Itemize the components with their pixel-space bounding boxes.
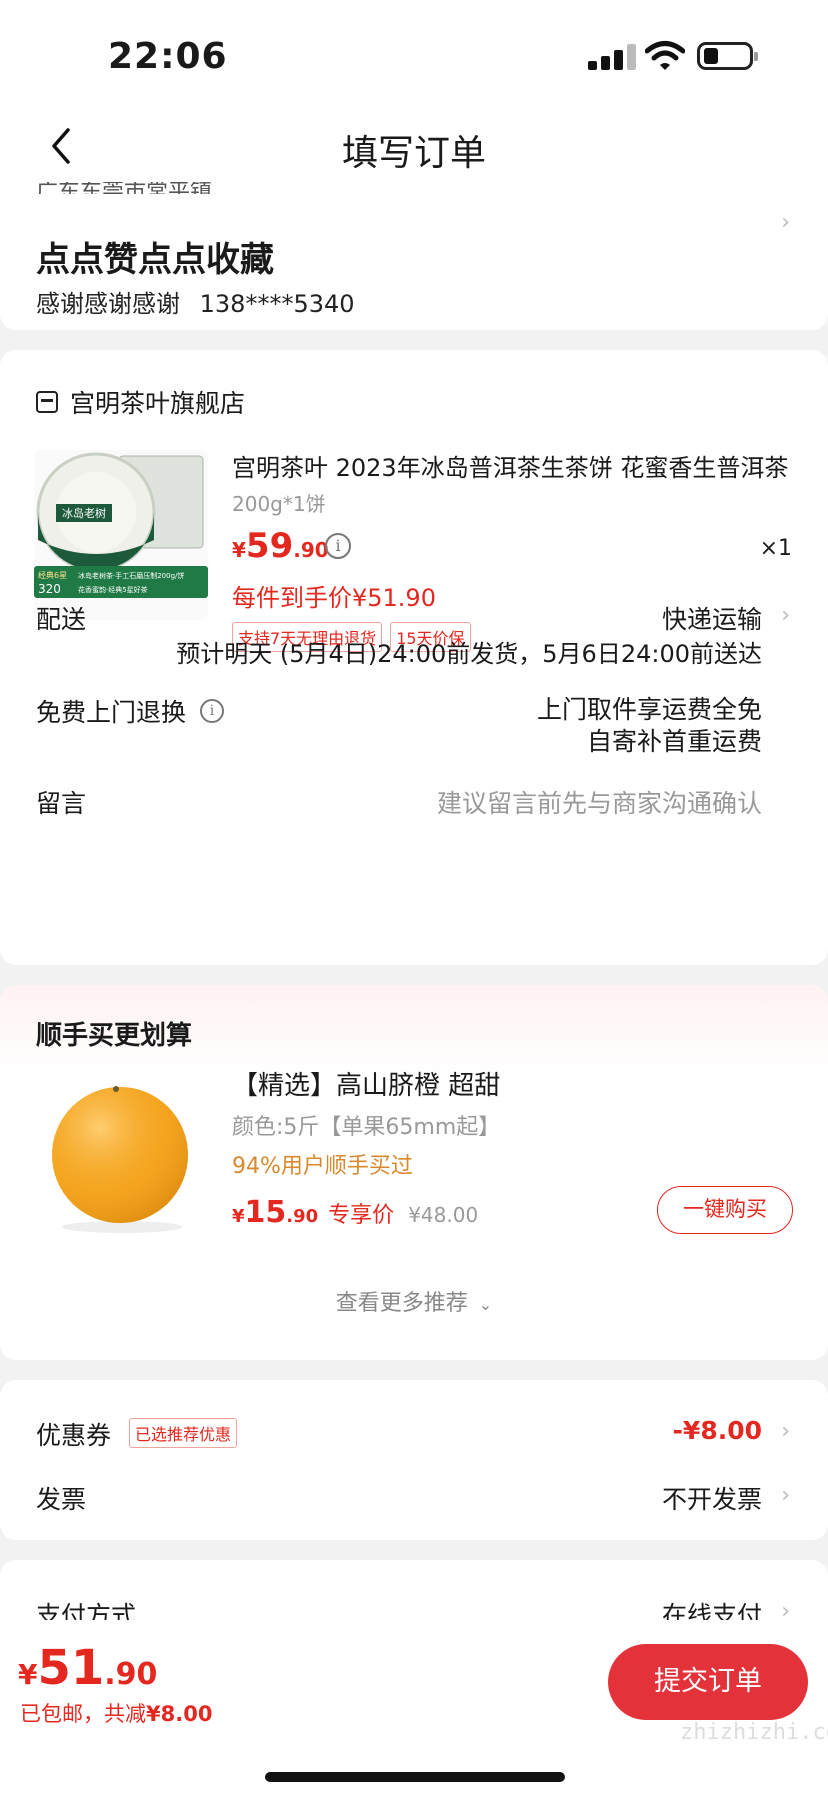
recommend-price: ¥15.90 专享价 ¥48.00: [232, 1195, 479, 1230]
status-time: 22:06: [108, 36, 228, 77]
message-label: 留言: [36, 789, 87, 818]
address-detail: 点点赞点点收藏: [36, 240, 274, 280]
delivery-label: 配送: [36, 605, 87, 634]
orange-image[interactable]: [34, 1067, 208, 1237]
invoice-label: 发票: [36, 1485, 87, 1514]
total-price: ¥51.90: [18, 1640, 158, 1696]
chevron-down-icon: ⌄: [478, 1295, 493, 1314]
product-image-name: 冰岛老树: [62, 506, 106, 520]
recommend-heading: 顺手买更划算: [36, 1021, 193, 1051]
product-quantity: ×1: [759, 536, 792, 561]
recipient-name: 感谢感谢感谢: [36, 290, 180, 318]
delivery-method[interactable]: 快递运输: [662, 600, 762, 636]
page-title: 填写订单: [341, 133, 486, 174]
product-image-line2: 花香蜜韵·经典5星好茶: [78, 585, 148, 594]
product-image-num: 320: [38, 582, 61, 596]
recommend-spec: 颜色:5斤【单果65mm起】: [232, 1115, 501, 1140]
status-bar: 22:06: [0, 0, 828, 110]
bottom-bar: ¥51.90 已包邮，共减¥8.00 提交订单 zhizhizhi.com: [0, 1620, 828, 1795]
return-service-label: 免费上门退换: [36, 698, 187, 727]
coupon-badge: 已选推荐优惠: [128, 1418, 237, 1448]
product-image-line1: 冰岛老树茶·手工石磨压制200g/饼: [78, 571, 184, 580]
submit-order-button[interactable]: 提交订单: [608, 1644, 808, 1720]
see-more-recommend[interactable]: 查看更多推荐 ⌄: [0, 1285, 828, 1317]
delivery-estimate: 预计明天 (5月4日)24:00前发货，5月6日24:00前送达: [176, 640, 762, 668]
return-service: 免费上门退换 i: [36, 693, 225, 729]
recipient-phone: 138****5340: [199, 290, 355, 318]
product-spec: 200g*1饼: [232, 492, 326, 516]
recommend-card: 顺手买更划算 【精选】高山脐橙 超甜 颜色:5斤【单果65mm起】 94%用户顺…: [0, 985, 828, 1360]
home-indicator[interactable]: [265, 1772, 565, 1782]
product-image[interactable]: 冰岛老树 经典6星 320 冰岛老树茶·手工石磨压制200g/饼 花香蜜韵·经典…: [34, 450, 208, 620]
wifi-icon: [645, 41, 685, 70]
coupon-label: 优惠券: [36, 1421, 112, 1450]
battery-icon: [697, 42, 758, 70]
message-input[interactable]: 建议留言前先与商家沟通确认: [437, 784, 762, 820]
one-click-buy-button[interactable]: 一键购买: [657, 1186, 793, 1234]
recommend-title[interactable]: 【精选】高山脐橙 超甜: [232, 1065, 500, 1102]
chevron-right-icon: ›: [781, 210, 790, 235]
product-title[interactable]: 宫明茶叶 2023年冰岛普洱茶生茶饼 花蜜香生普洱茶: [232, 448, 792, 483]
recommend-bought: 94%用户顺手买过: [232, 1154, 413, 1179]
return-line1: 上门取件享运费全免: [536, 695, 762, 724]
store-name: 宫明茶叶旗舰店: [70, 389, 246, 418]
watermark: zhizhizhi.com: [680, 1720, 828, 1745]
original-price: ¥48.00: [408, 1203, 479, 1227]
info-icon[interactable]: i: [200, 699, 225, 723]
chevron-right-icon: ›: [781, 1483, 790, 1508]
nav-bar: 填写订单: [0, 110, 828, 182]
chevron-right-icon: ›: [781, 1419, 790, 1444]
price-info-icon[interactable]: i: [325, 533, 351, 559]
coupon-amount[interactable]: -¥8.00: [673, 1416, 762, 1445]
coupon-invoice-card: 优惠券 已选推荐优惠 -¥8.00 › 发票 不开发票 ›: [0, 1380, 828, 1540]
chevron-right-icon: ›: [781, 603, 790, 628]
cellular-signal-icon: [588, 44, 636, 70]
coupon-row[interactable]: 优惠券 已选推荐优惠: [36, 1416, 237, 1452]
invoice-value[interactable]: 不开发票: [662, 1480, 762, 1516]
address-contact: 感谢感谢感谢 138****5340: [36, 284, 355, 319]
store-icon: [36, 391, 58, 413]
address-card[interactable]: 广东东莞市常平镇 点点赞点点收藏 感谢感谢感谢 138****5340 ›: [0, 160, 828, 330]
deal-price: 每件到手价¥51.90: [232, 584, 436, 612]
store-header[interactable]: 宫明茶叶旗舰店: [36, 384, 245, 420]
product-image-badge: 经典6星: [38, 570, 67, 580]
product-price: ¥59.90: [232, 526, 329, 566]
return-line2: 自寄补首重运费: [586, 727, 762, 756]
shipping-discount: 已包邮，共减¥8.00: [20, 1702, 213, 1726]
exclusive-label: 专享价: [328, 1203, 395, 1228]
